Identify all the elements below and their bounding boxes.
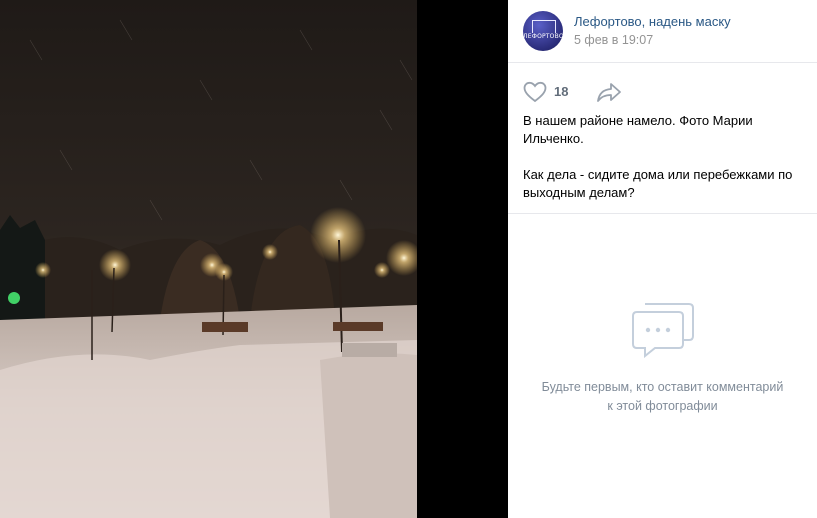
like-count: 18: [554, 84, 569, 99]
avatar-label: ЛЕФОРТОВО: [523, 33, 563, 40]
night-park-photo[interactable]: [0, 0, 417, 518]
description-line-2: Как дела - сидите дома или перебежками п…: [523, 167, 793, 200]
post-sidebar: ЛЕФОРТОВО Лефортово, надень маску 5 фев …: [508, 0, 817, 518]
post-date[interactable]: 5 фев в 19:07: [574, 33, 653, 47]
heart-icon[interactable]: [523, 81, 547, 103]
description-line-1: В нашем районе намело. Фото Марии Ильчен…: [523, 113, 753, 146]
divider: [508, 213, 817, 214]
chat-bubble-icon: [632, 303, 694, 358]
photo-viewer: [0, 0, 508, 518]
share-arrow-icon[interactable]: [596, 81, 622, 103]
avatar[interactable]: ЛЕФОРТОВО: [523, 11, 563, 51]
post-description: В нашем районе намело. Фото Марии Ильчен…: [523, 112, 808, 202]
building-icon: [532, 20, 556, 33]
empty-comments-text: Будьте первым, кто оставит комментарий к…: [541, 380, 784, 413]
author-link[interactable]: Лефортово, надень маску: [574, 14, 731, 29]
post-header: ЛЕФОРТОВО Лефортово, надень маску 5 фев …: [508, 0, 817, 63]
